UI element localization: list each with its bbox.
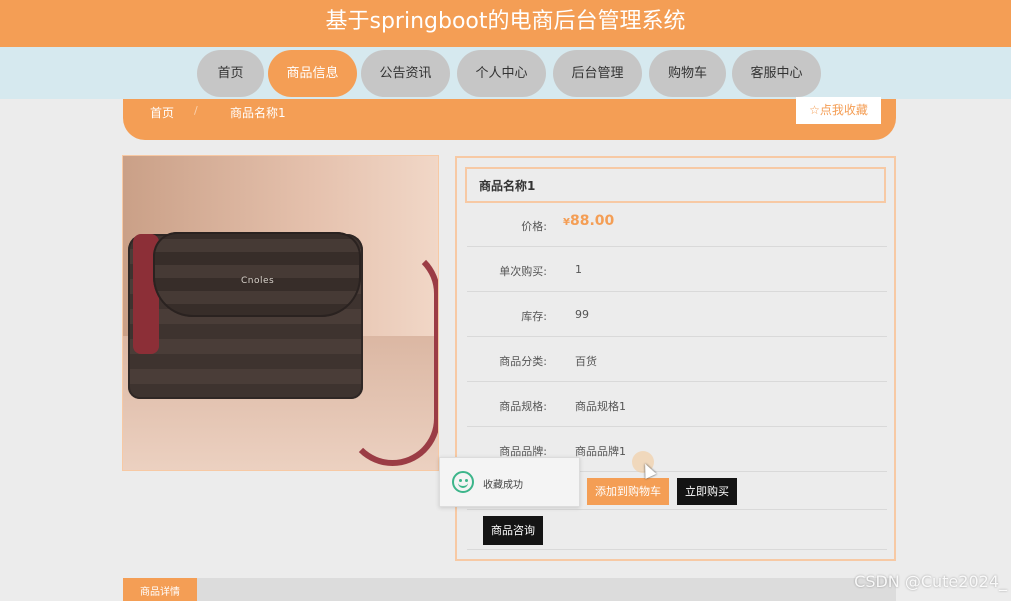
nav-item-home[interactable]: 首页 [197,50,264,97]
row-value: 1 [575,263,582,276]
nav-item-service[interactable]: 客服中心 [732,50,821,97]
breadcrumb-home[interactable]: 首页 [150,104,174,121]
currency-symbol: ¥ [563,217,570,228]
nav-item-profile[interactable]: 个人中心 [457,50,546,97]
row-value: 商品规格1 [575,400,626,413]
info-row-stock: 库存: 99 [467,292,887,337]
price-label: 价格: [521,220,547,233]
row-value: 百货 [575,355,597,368]
price-amount: 88.00 [569,213,615,229]
price-row: 价格: ¥88.00 [467,202,887,247]
buy-now-button[interactable]: 立即购买 [677,478,737,505]
main-nav: 首页 商品信息 公告资讯 个人中心 后台管理 购物车 客服中心 [0,47,1011,99]
price-value: ¥88.00 [563,213,614,229]
row-label: 商品分类: [499,355,547,368]
product-image: Cnoles [122,155,439,471]
row-label: 商品规格: [499,400,547,413]
info-row-category: 商品分类: 百货 [467,337,887,382]
add-to-cart-button[interactable]: 添加到购物车 [587,478,669,505]
nav-item-news[interactable]: 公告资讯 [361,50,450,97]
bag-flap [153,232,361,317]
product-name-box: 商品名称1 [465,167,886,203]
breadcrumb-separator: / [194,104,198,117]
breadcrumb: 首页 / 商品名称1 ☆点我收藏 [123,97,896,140]
row-label: 库存: [521,310,547,323]
success-toast: 收藏成功 [439,457,580,507]
info-row-quantity: 单次购买: 1 [467,247,887,292]
breadcrumb-current: 商品名称1 [230,106,286,120]
watermark: CSDN @Cute2024_ [854,572,1007,591]
consult-button[interactable]: 商品咨询 [483,516,543,545]
info-row-spec: 商品规格: 商品规格1 [467,382,887,427]
smile-icon [452,471,474,493]
row-value: 商品品牌1 [575,445,626,458]
app-title-bar: 基于springboot的电商后台管理系统 [0,0,1011,47]
tab-product-detail[interactable]: 商品详情 [123,578,197,601]
row-value: 99 [575,308,589,321]
bag-logo: Cnoles [241,276,275,286]
nav-item-cart[interactable]: 购物车 [649,50,726,97]
toast-message: 收藏成功 [483,480,523,491]
product-name: 商品名称1 [479,179,536,193]
row-label: 单次购买: [499,265,547,278]
nav-item-products[interactable]: 商品信息 [268,50,357,97]
app-title: 基于springboot的电商后台管理系统 [325,9,686,34]
favorite-button[interactable]: ☆点我收藏 [796,97,881,124]
consult-row: 商品咨询 [467,510,887,550]
detail-tab-bar: 商品详情 [123,578,896,601]
nav-item-admin[interactable]: 后台管理 [553,50,642,97]
